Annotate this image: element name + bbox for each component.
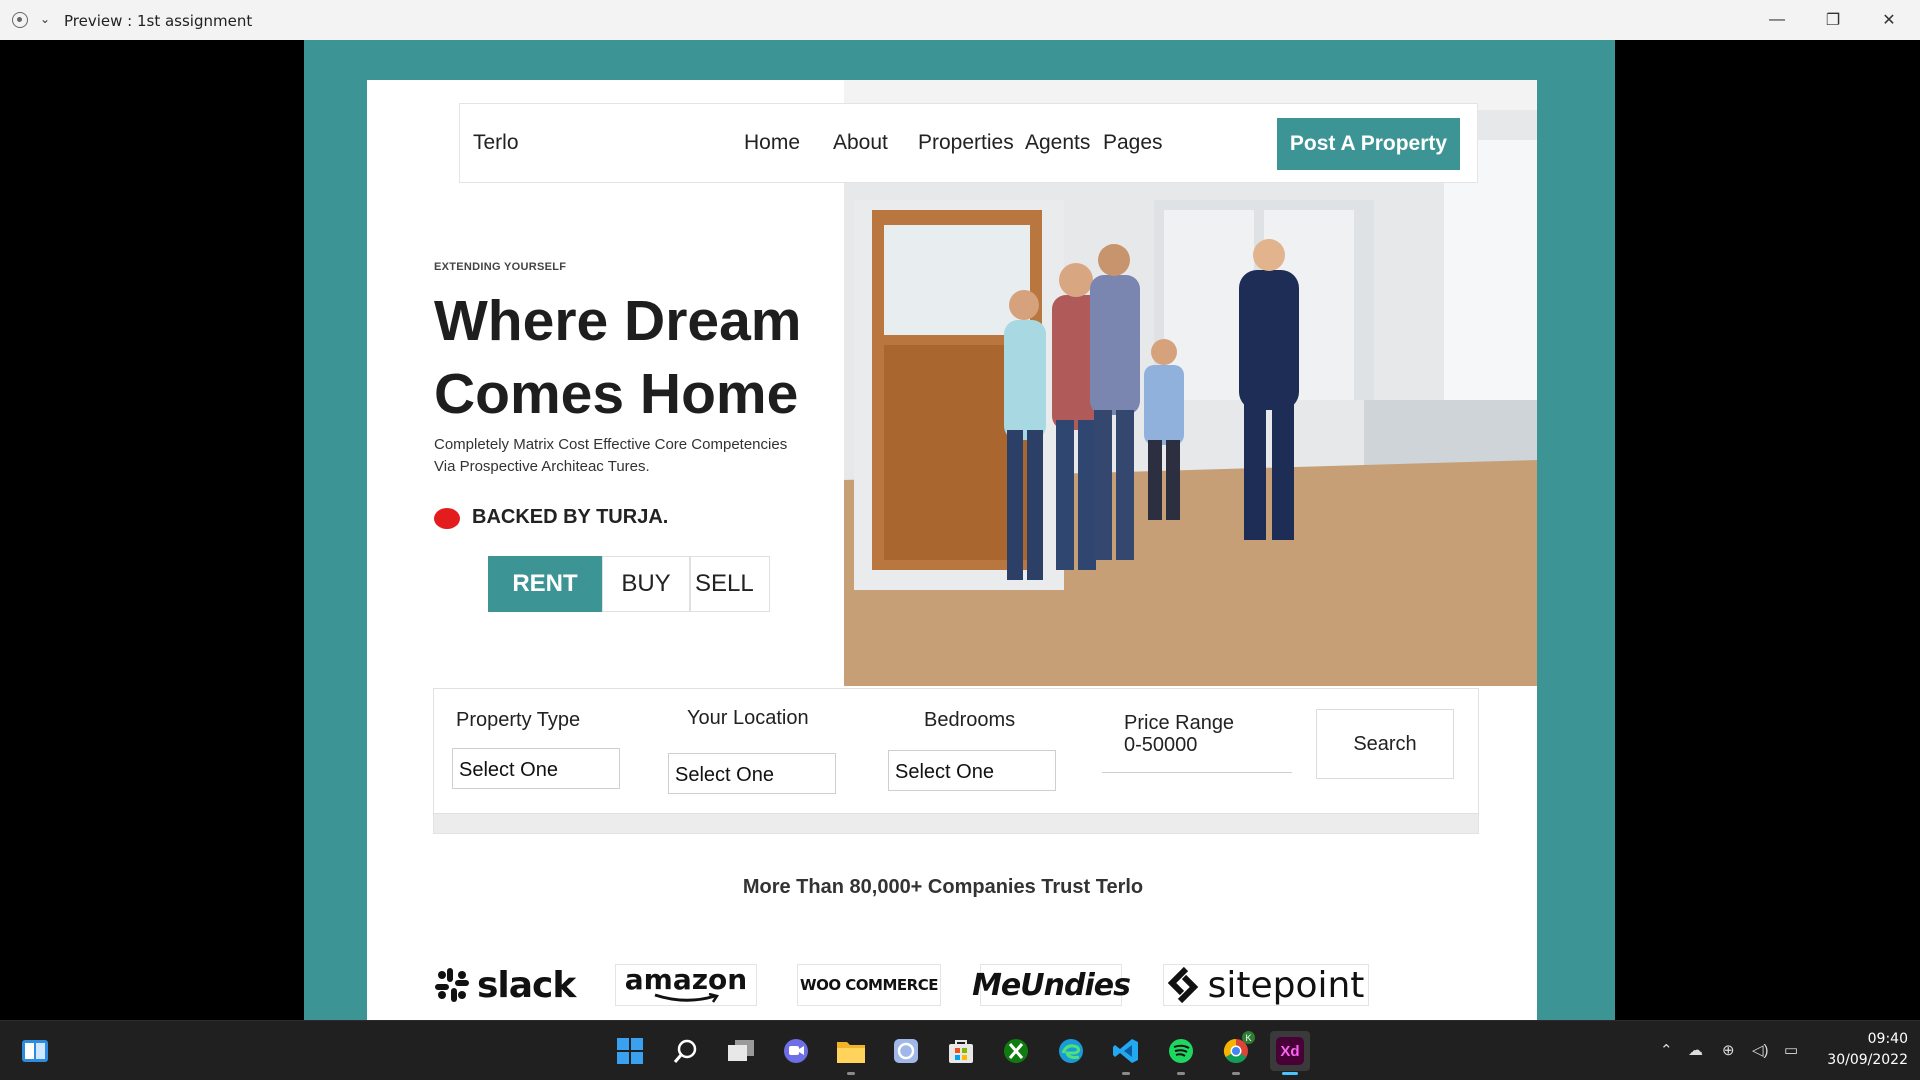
artboard: Terlo Home About Properties Agents Pages… xyxy=(304,40,1615,1020)
active-indicator xyxy=(1282,1072,1298,1075)
chrome-button[interactable]: K xyxy=(1216,1031,1256,1075)
chevron-down-icon[interactable]: ⌄ xyxy=(40,12,50,26)
xbox-icon xyxy=(1004,1039,1028,1063)
woocommerce-wordmark: WOO COMMERCE xyxy=(800,976,938,994)
search-panel: Property Type Select One Your Location S… xyxy=(433,688,1479,834)
microsoft-store-icon xyxy=(949,1040,973,1063)
clock-date: 30/09/2022 xyxy=(1827,1052,1908,1068)
meundies-logo: MeUndies xyxy=(972,964,1131,1006)
slack-wordmark: slack xyxy=(477,964,576,1006)
price-range-label: Price Range xyxy=(1124,712,1235,734)
slack-logo: slack xyxy=(433,964,579,1006)
onedrive-cloud-icon[interactable]: ☁ xyxy=(1688,1041,1703,1059)
brand-logo[interactable]: Terlo xyxy=(473,131,519,155)
app-record-icon xyxy=(12,12,28,28)
tab-rent[interactable]: RENT xyxy=(488,556,602,612)
adobe-xd-icon: Xd xyxy=(1276,1037,1304,1065)
amazon-smile-icon xyxy=(654,993,720,1003)
running-indicator xyxy=(1122,1072,1130,1075)
chat-button[interactable] xyxy=(776,1031,816,1071)
file-explorer-button[interactable] xyxy=(831,1031,871,1075)
property-type-select[interactable]: Select One xyxy=(452,748,620,789)
headline-line-2: Comes Home xyxy=(434,362,799,426)
hero-headline: Where Dream Comes Home xyxy=(434,285,834,431)
adobe-xd-button[interactable]: Xd xyxy=(1270,1031,1310,1075)
restore-button[interactable]: ❐ xyxy=(1810,6,1856,34)
task-view-icon xyxy=(728,1040,754,1061)
headline-line-1: Where Dream xyxy=(434,289,802,353)
minimize-button[interactable]: — xyxy=(1754,6,1800,34)
vscode-icon xyxy=(1113,1039,1138,1063)
edge-icon xyxy=(1059,1039,1083,1063)
trust-heading: More Than 80,000+ Companies Trust Terlo xyxy=(742,876,1144,898)
subtext-line-1: Completely Matrix Cost Effective Core Co… xyxy=(434,436,788,453)
profile-badge: K xyxy=(1242,1031,1255,1044)
hero-subtext: Completely Matrix Cost Effective Core Co… xyxy=(434,434,834,478)
window-title: Preview : 1st assignment xyxy=(64,12,253,30)
price-range-value[interactable]: 0-50000 xyxy=(1124,734,1197,757)
tab-buy[interactable]: BUY xyxy=(602,556,690,612)
landing-page: Terlo Home About Properties Agents Pages… xyxy=(367,80,1537,1020)
search-button-taskbar[interactable] xyxy=(666,1031,706,1071)
slack-icon xyxy=(435,968,469,1002)
windows-start-icon xyxy=(617,1038,643,1064)
vscode-button[interactable] xyxy=(1106,1031,1146,1075)
battery-icon[interactable]: ▭ xyxy=(1784,1041,1798,1059)
file-explorer-icon xyxy=(837,1042,865,1063)
bedrooms-label: Bedrooms xyxy=(924,709,1016,731)
running-indicator xyxy=(1177,1072,1185,1075)
price-range-underline xyxy=(1102,772,1292,773)
sitepoint-logo: sitepoint xyxy=(1163,964,1369,1006)
amazon-logo: amazon xyxy=(615,964,757,1006)
network-globe-icon[interactable]: ⊕ xyxy=(1722,1041,1735,1059)
widgets-button[interactable] xyxy=(15,1031,55,1071)
meundies-wordmark: MeUndies xyxy=(972,967,1131,1003)
running-indicator xyxy=(1232,1072,1240,1075)
photos-button[interactable] xyxy=(886,1031,926,1071)
running-indicator xyxy=(847,1072,855,1075)
nav-agents[interactable]: Agents xyxy=(1025,131,1090,155)
bedrooms-select[interactable]: Select One xyxy=(888,750,1056,791)
spotify-icon xyxy=(1169,1039,1193,1063)
spotify-button[interactable] xyxy=(1161,1031,1201,1075)
chat-icon xyxy=(784,1039,808,1063)
clock-time: 09:40 xyxy=(1867,1031,1908,1047)
nav-pages[interactable]: Pages xyxy=(1103,131,1163,155)
red-dot-icon xyxy=(434,508,460,529)
search-panel-footer xyxy=(434,813,1478,833)
xbox-button[interactable] xyxy=(996,1031,1036,1071)
photos-icon xyxy=(894,1039,918,1063)
location-select[interactable]: Select One xyxy=(668,753,836,794)
location-label: Your Location xyxy=(687,707,809,729)
nav-home[interactable]: Home xyxy=(744,131,800,155)
amazon-wordmark: amazon xyxy=(624,963,748,996)
nav-about[interactable]: About xyxy=(833,131,888,155)
preview-stage: Terlo Home About Properties Agents Pages… xyxy=(0,40,1920,1020)
nav-properties[interactable]: Properties xyxy=(918,131,1014,155)
search-button[interactable]: Search xyxy=(1316,709,1454,779)
window-titlebar: ⌄ Preview : 1st assignment — ❐ ✕ xyxy=(0,0,1920,40)
search-icon xyxy=(673,1039,697,1063)
taskbar: K Xd ⌃ ☁ ⊕ ◁) ▭ 09:40 30/09/2022 xyxy=(0,1020,1920,1080)
system-clock[interactable]: 09:40 30/09/2022 xyxy=(1818,1029,1908,1071)
navbar: Terlo Home About Properties Agents Pages… xyxy=(459,103,1478,183)
close-button[interactable]: ✕ xyxy=(1866,6,1912,34)
sitepoint-wordmark: sitepoint xyxy=(1207,964,1365,1006)
subtext-line-2: Via Prospective Architeac Tures. xyxy=(434,458,650,475)
backed-by-text: BACKED BY TURJA. xyxy=(472,506,669,528)
microsoft-store-button[interactable] xyxy=(941,1031,981,1071)
tab-sell[interactable]: SELL xyxy=(690,556,770,612)
task-view-button[interactable] xyxy=(721,1031,761,1071)
widgets-icon xyxy=(22,1040,48,1062)
edge-button[interactable] xyxy=(1051,1031,1091,1071)
post-property-button[interactable]: Post A Property xyxy=(1277,118,1460,170)
property-type-label: Property Type xyxy=(456,709,581,731)
hero-eyebrow: EXTENDING YOURSELF xyxy=(434,261,567,273)
sitepoint-icon xyxy=(1167,966,1198,1004)
chevron-up-icon[interactable]: ⌃ xyxy=(1660,1041,1673,1059)
volume-icon[interactable]: ◁) xyxy=(1752,1041,1769,1059)
woocommerce-logo: WOO COMMERCE xyxy=(797,964,941,1006)
windows-start-button[interactable] xyxy=(610,1031,650,1071)
